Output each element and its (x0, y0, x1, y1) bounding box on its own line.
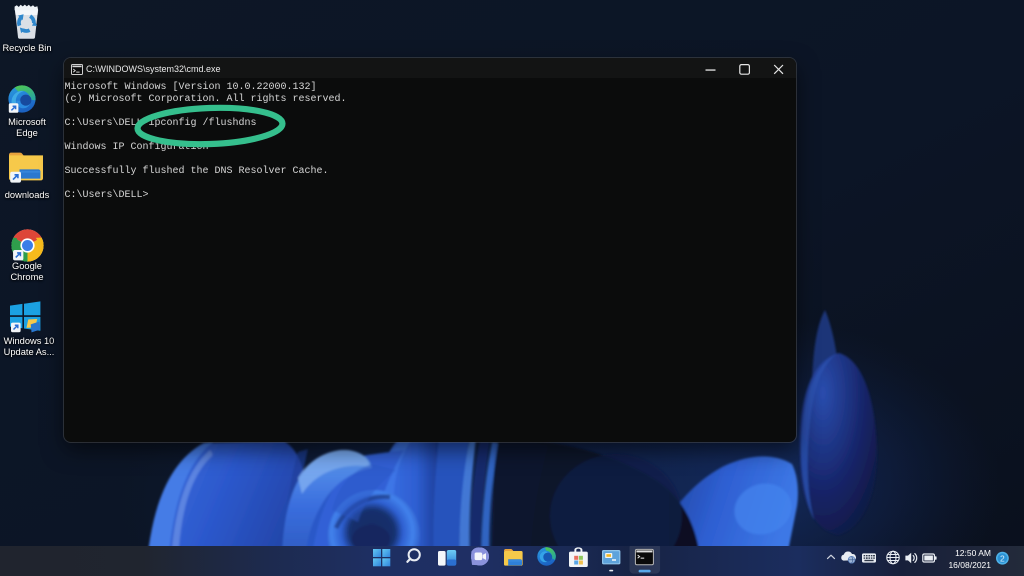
svg-text:2: 2 (1000, 554, 1005, 564)
